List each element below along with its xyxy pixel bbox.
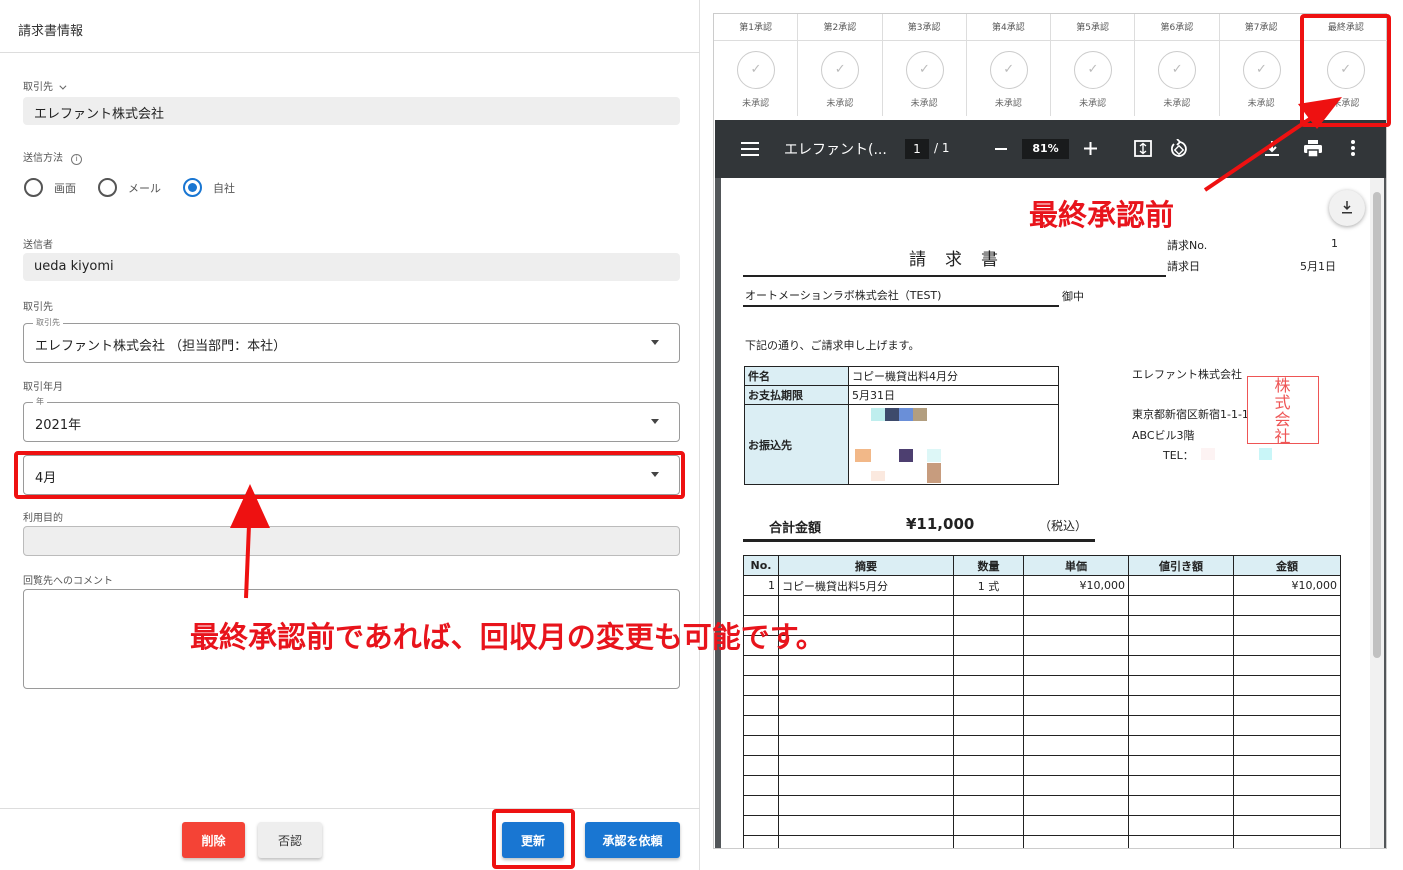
final-approval-note: 最終承認前 <box>1029 198 1175 232</box>
arrow-annotation <box>230 97 1342 599</box>
month-change-note: 最終承認前であれば、回収月の変更も可能です。 <box>190 620 825 654</box>
